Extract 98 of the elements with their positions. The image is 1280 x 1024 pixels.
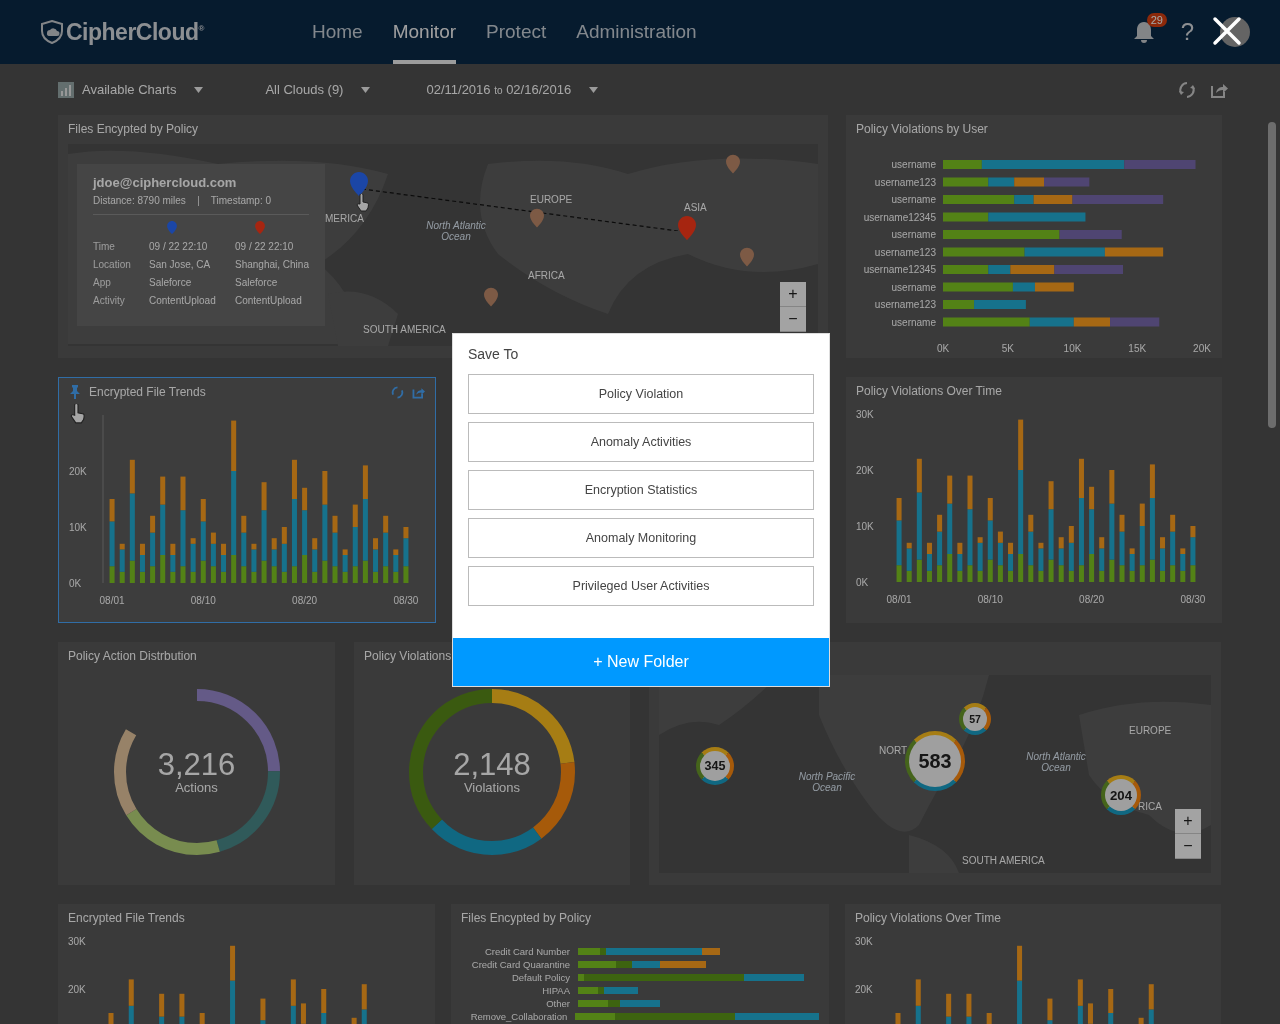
axis-label: 20K <box>69 466 87 477</box>
donut-total: 2,148 <box>453 749 531 780</box>
axis-label: HIPAA <box>541 985 570 996</box>
card-title: Policy Violations by User <box>856 122 988 136</box>
notification-count: 29 <box>1146 13 1167 27</box>
field-value: Saleforce <box>149 277 192 288</box>
axis-label: username <box>891 229 936 240</box>
axis-label: username <box>891 159 936 170</box>
axis-label: username123 <box>874 246 936 258</box>
donut-caption: Violations <box>463 780 521 795</box>
clouds-dropdown[interactable]: All Clouds (9) <box>265 82 371 97</box>
axis-label: Credit Card Quarantine <box>470 959 570 970</box>
map-label: ASIA <box>684 202 707 213</box>
axis-label: 0K <box>69 578 82 589</box>
folder-option-button[interactable]: Anomaly Activities <box>468 422 814 462</box>
folder-option-button[interactable]: Privileged User Activities <box>468 566 814 606</box>
distance-text: Distance: 8790 miles <box>93 195 186 206</box>
nav-tab[interactable]: Administration <box>576 0 697 64</box>
zoom-in-button[interactable]: + <box>1175 809 1201 834</box>
card-title: Policy Violations Over Time <box>855 911 1001 925</box>
axis-label: 08/30 <box>393 595 419 606</box>
tooltip-title: jdoe@ciphercloud.com <box>93 175 238 190</box>
field-label: Activity <box>93 295 125 306</box>
help-link[interactable]: ? <box>1180 18 1194 46</box>
card-title: Encrypted File Trends <box>89 385 206 399</box>
axis-label: username12345 <box>863 264 936 275</box>
dialog-title: Save To <box>467 346 520 362</box>
folder-option-button[interactable]: Policy Violation <box>468 374 814 414</box>
axis-label: 30K <box>855 936 873 947</box>
axis-label: 08/20 <box>292 595 318 606</box>
field-label: Location <box>93 259 131 270</box>
axis-label: username123 <box>874 299 936 310</box>
map-label: AFRICA <box>528 270 565 281</box>
axis-label: 30K <box>856 409 874 420</box>
axis-label: 20K <box>856 465 874 476</box>
map-label: EUROPE <box>1129 725 1172 736</box>
axis-label: 10K <box>1063 343 1082 354</box>
field-value: 09 / 22 22:10 <box>235 241 294 252</box>
field-value: San Jose, CA <box>149 259 211 270</box>
field-value: Shanghai, China <box>235 259 309 270</box>
card-title: Policy Violations Over Time <box>856 384 1002 398</box>
axis-label: 20K <box>68 984 86 995</box>
charts-dropdown[interactable]: Available Charts <box>58 81 204 98</box>
zoom-in-button[interactable]: + <box>780 282 806 307</box>
folder-option-button[interactable]: Anomaly Monitoring <box>468 518 814 558</box>
donut-caption: Actions <box>175 780 218 795</box>
axis-label: 20K <box>1193 343 1211 354</box>
map-label: North Atlantic Ocean <box>425 220 487 242</box>
card-title: Files Encypted by Policy <box>461 911 592 925</box>
field-label: Time <box>93 241 115 252</box>
axis-label: username <box>891 281 936 293</box>
map-label: North Atlantic Ocean <box>1025 751 1087 773</box>
axis-label: Remove_Collaboration <box>469 1011 568 1022</box>
map-label: NORT <box>879 745 908 756</box>
axis-label: 08/01 <box>99 595 125 606</box>
map-label: MERICA <box>325 213 364 224</box>
card-title: Encrypted File Trends <box>68 911 185 925</box>
timestamp-text: Timestamp: 0 <box>210 195 272 206</box>
map-label: SOUTH AMERICA <box>962 855 1045 866</box>
axis-label: 15K <box>1128 343 1147 354</box>
axis-label: 0K <box>856 577 869 588</box>
axis-label: username <box>891 194 936 205</box>
folder-option-button[interactable]: Encryption Statistics <box>468 470 814 510</box>
donut-total: 3,216 <box>157 749 236 780</box>
axis-label: 08/10 <box>977 594 1003 605</box>
axis-label: 30K <box>68 936 86 947</box>
date-range-dropdown[interactable]: 02/11/2016 to 02/16/2016 <box>426 82 599 97</box>
map-label: SOUTH AMERICA <box>363 324 446 335</box>
field-value: ContentUpload <box>149 295 216 306</box>
axis-label: username <box>891 316 936 328</box>
axis-label: username12345 <box>863 211 936 223</box>
nav-tab[interactable]: Home <box>312 0 363 64</box>
nav-tab[interactable]: Protect <box>486 0 547 64</box>
card-title: Policy Violations <box>364 649 452 663</box>
nav-tab[interactable]: Monitor <box>392 0 457 64</box>
card-title: Policy Action Distrbution <box>68 649 197 663</box>
axis-label: username123 <box>874 176 936 188</box>
axis-label: Other <box>545 998 570 1009</box>
card-title: Files Encypted by Policy <box>68 122 199 136</box>
axis-label: Default Policy <box>510 972 570 983</box>
axis-label: 20K <box>855 984 873 995</box>
field-value: 09 / 22 22:10 <box>149 241 208 252</box>
field-value: Saleforce <box>235 277 278 288</box>
axis-label: 08/30 <box>1180 594 1206 605</box>
map-label: RICA <box>1138 801 1162 812</box>
axis-label: Credit Card Number <box>484 946 570 957</box>
axis-label: 08/20 <box>1079 594 1105 605</box>
axis-label: 10K <box>69 522 87 533</box>
field-value: ContentUpload <box>235 295 302 306</box>
field-label: App <box>93 277 111 288</box>
axis-label: 0K <box>936 343 950 354</box>
map-label: EUROPE <box>530 194 573 205</box>
axis-label: 08/10 <box>190 595 216 606</box>
axis-label: 5K <box>1001 343 1014 354</box>
axis-label: 10K <box>856 521 874 532</box>
axis-label: 08/01 <box>886 594 912 605</box>
map-label: North Pacific Ocean <box>797 771 857 793</box>
brand-logo[interactable]: CipherCloud$^{®}$ <box>66 18 204 46</box>
